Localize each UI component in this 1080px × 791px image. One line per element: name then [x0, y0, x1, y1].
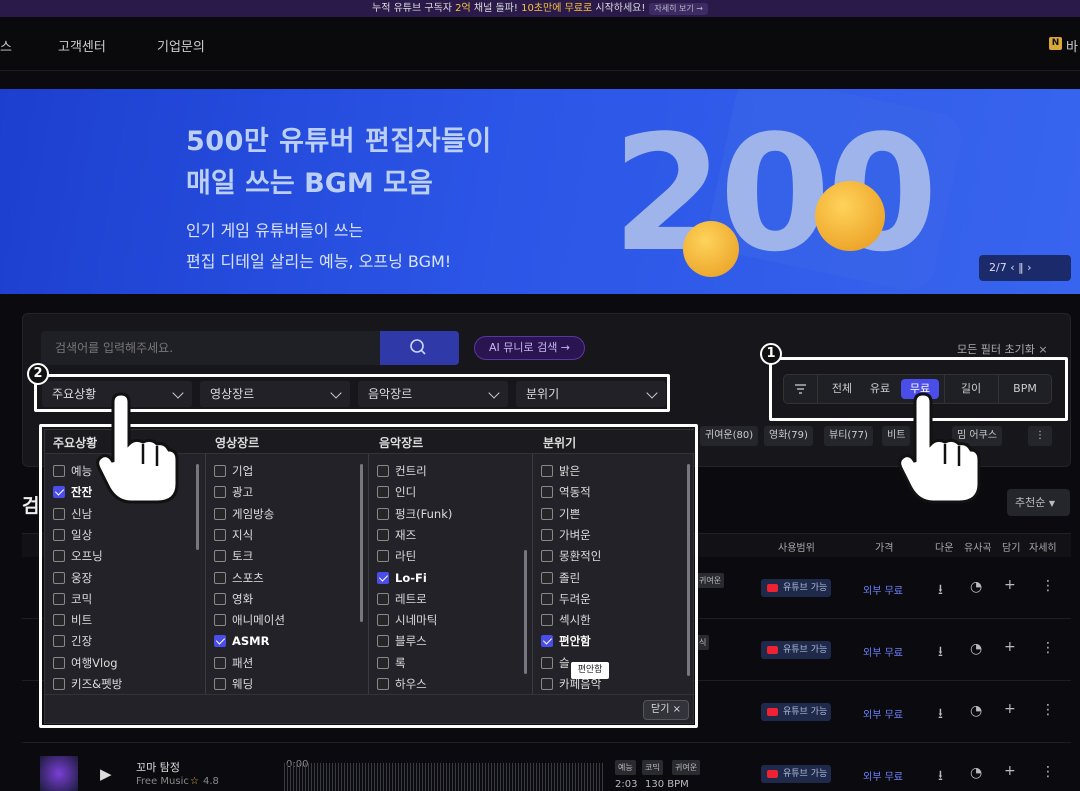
hero-subtitle-line1: 인기 게임 유튜버들이 쓰는 — [186, 221, 364, 240]
results-title: 검 — [22, 495, 40, 517]
search-button[interactable] — [380, 331, 459, 365]
ai-search-button[interactable]: AI 뮤니로 검색 → — [474, 336, 585, 360]
tag-chip[interactable]: 귀여운(80) — [700, 426, 759, 446]
col-similar: 유사곡 — [964, 543, 992, 554]
hero-title-line1: 500만 유튜버 편집자들이 — [186, 126, 492, 157]
row-tag: 귀여운 — [672, 760, 701, 775]
pointing-hand-icon — [898, 392, 981, 504]
price-label: 외부 무료 — [863, 586, 903, 597]
col-usage: 사용범위 — [778, 543, 815, 554]
top-promo-banner[interactable]: 누적 유튜브 구독자 2억 채널 돌파! 10초만에 무료로 시작하세요! 자세히… — [0, 0, 1080, 17]
more-icon[interactable]: ⋮ — [1041, 640, 1055, 656]
col-price: 가격 — [875, 543, 894, 554]
row-tag: 코믹 — [642, 760, 663, 775]
track-duration: 2:03 — [615, 779, 638, 790]
download-icon[interactable]: ⭳ — [938, 579, 943, 603]
search-icon — [410, 339, 426, 355]
youtube-icon — [767, 708, 778, 716]
promo-cta-button[interactable]: 자세히 보기 → — [649, 3, 708, 15]
laughing-emoji-icon — [815, 181, 885, 251]
track-title[interactable]: 꼬마 탐정 — [136, 759, 180, 775]
caret-down-icon: ▼ — [1048, 499, 1056, 508]
pointing-hand-icon — [96, 392, 179, 504]
row-tag: 식 — [696, 635, 710, 650]
youtube-icon — [767, 770, 778, 778]
track-rating: 4.8 — [203, 776, 219, 787]
youtube-icon — [767, 584, 778, 592]
track-bpm: 130 BPM — [645, 779, 689, 790]
sad-emoji-icon — [683, 221, 739, 277]
more-icon[interactable]: ⋮ — [1041, 702, 1055, 718]
usage-badge: 유튜브 가능 — [761, 641, 831, 659]
album-art — [40, 756, 78, 791]
promo-highlight: 2억 — [455, 3, 471, 14]
promo-highlight-2: 10초만에 무료로 — [521, 3, 593, 14]
tag-chip[interactable]: 영화(79) — [764, 426, 813, 446]
more-icon[interactable]: ⋮ — [1041, 764, 1055, 780]
download-icon[interactable]: ⭳ — [938, 641, 943, 665]
row-tag: 예능 — [615, 760, 636, 775]
nav-item-business[interactable]: 기업문의 — [157, 36, 205, 55]
table-row[interactable]: ▶ 꼬마 탐정 Free Music ☆ 4.8 0:00 예능 코믹 귀여운 … — [22, 743, 1071, 791]
download-icon[interactable]: ⭳ — [938, 765, 943, 789]
download-icon[interactable]: ⭳ — [938, 703, 943, 727]
nav-item-partial[interactable]: 스 — [0, 36, 12, 55]
similar-icon[interactable]: ◔ — [970, 703, 982, 719]
promo-text: 누적 유튜브 구독자 — [372, 3, 456, 14]
sort-dropdown[interactable]: 추천순 ▼ — [1007, 489, 1070, 516]
star-icon: ☆ — [190, 776, 199, 787]
price-label: 외부 무료 — [863, 772, 903, 783]
add-icon[interactable]: + — [1004, 763, 1016, 779]
add-icon[interactable]: + — [1004, 701, 1016, 717]
tag-chip[interactable]: 뷰티(77) — [824, 426, 873, 446]
hero-title-line2: 매일 쓰는 BGM 모음 — [186, 168, 433, 199]
promo-text-post: 시작하세요! — [592, 3, 646, 14]
nav-item-right-partial[interactable]: 바 — [1066, 36, 1078, 55]
promo-text-mid: 채널 돌파! — [470, 3, 522, 14]
row-tag: 귀여운 — [696, 573, 725, 588]
similar-icon[interactable]: ◔ — [970, 765, 982, 781]
usage-badge: 유튜브 가능 — [761, 579, 831, 597]
waveform[interactable] — [284, 763, 604, 791]
price-label: 외부 무료 — [863, 710, 903, 721]
add-icon[interactable]: + — [1004, 577, 1016, 593]
col-save: 담기 — [1002, 543, 1021, 554]
new-badge: N — [1049, 37, 1062, 50]
annotation-badge-1: 1 — [760, 343, 782, 365]
track-source: Free Music — [136, 776, 189, 787]
play-icon[interactable]: ▶ — [100, 765, 112, 783]
youtube-icon — [767, 646, 778, 654]
hero-banner[interactable]: 200 500만 유튜버 편집자들이 매일 쓰는 BGM 모음 인기 게임 유튜… — [0, 89, 1080, 294]
hero-subtitle-line2: 편집 디테일 살리는 예능, 오프닝 BGM! — [186, 252, 452, 271]
more-tags-icon[interactable]: ⋮ — [1028, 426, 1052, 446]
usage-badge: 유튜브 가능 — [761, 765, 831, 783]
main-nav: 스 고객센터 기업문의 N 바 — [0, 17, 1080, 71]
annotation-badge-2: 2 — [27, 363, 49, 385]
reset-filters-button[interactable]: 모든 필터 초기화 × — [957, 341, 1048, 357]
price-label: 외부 무료 — [863, 648, 903, 659]
hero-big-number: 200 — [612, 100, 938, 287]
nav-item-support[interactable]: 고객센터 — [58, 36, 106, 55]
similar-icon[interactable]: ◔ — [970, 641, 982, 657]
col-down: 다운 — [935, 543, 954, 554]
more-icon[interactable]: ⋮ — [1041, 578, 1055, 594]
similar-icon[interactable]: ◔ — [970, 579, 982, 595]
usage-badge: 유튜브 가능 — [761, 703, 831, 721]
add-icon[interactable]: + — [1004, 639, 1016, 655]
hero-pager[interactable]: 2/7 ‹ ‖ › — [979, 255, 1071, 281]
search-input[interactable]: 검색어를 입력해주세요. — [41, 331, 381, 365]
col-detail: 자세히 — [1029, 543, 1057, 554]
